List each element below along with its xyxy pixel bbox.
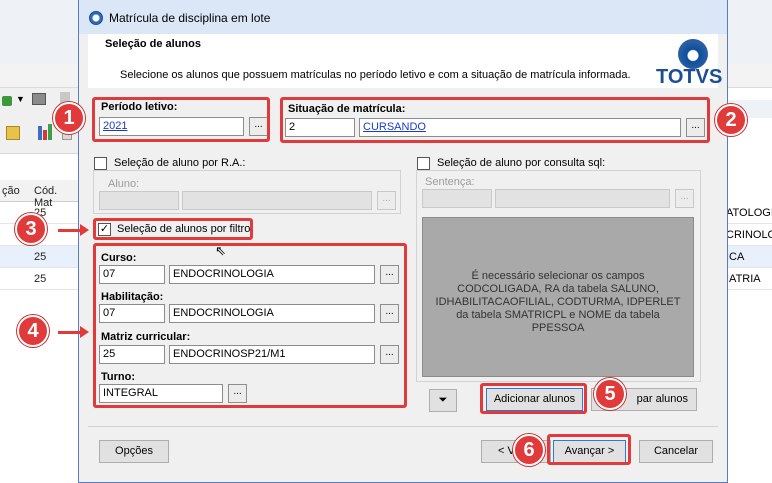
dropdown-arrow-icon[interactable]: ▼ bbox=[16, 94, 25, 104]
cell-value: ICA bbox=[726, 251, 745, 263]
dialog-titlebar[interactable]: Matrícula de disciplina em lote bbox=[79, 0, 727, 34]
matricula-dialog: Matrícula de disciplina em lote Seleção … bbox=[78, 0, 728, 483]
sentenca-label: Sentença: bbox=[425, 176, 475, 188]
table-row[interactable]: 25 bbox=[0, 246, 78, 268]
cell-value: CRINOLO bbox=[726, 229, 772, 241]
sql-selection-checkbox[interactable] bbox=[417, 157, 430, 170]
badge-6: 6 bbox=[513, 434, 545, 466]
badge-5: 5 bbox=[594, 378, 626, 410]
highlight-add-students bbox=[480, 383, 587, 414]
aluno-label: Aluno: bbox=[108, 178, 140, 190]
arrow-4-line bbox=[58, 331, 80, 334]
table-row[interactable]: 25 bbox=[0, 268, 78, 290]
aluno-code-field[interactable] bbox=[99, 191, 179, 210]
cell-value: IATRIA bbox=[726, 273, 761, 285]
totvs-logo-icon bbox=[678, 39, 708, 69]
sql-selection-label: Seleção de aluno por consulta sql: bbox=[437, 157, 606, 169]
badge-2: 2 bbox=[715, 104, 747, 136]
totvs-logo-text: TOTVS bbox=[656, 66, 723, 88]
highlight-periodo-letivo bbox=[92, 97, 270, 142]
folder-icon[interactable] bbox=[6, 126, 20, 140]
sentenca-lookup-button[interactable]: ... bbox=[675, 189, 694, 208]
background-grid-header: ção Cód. Mat bbox=[0, 180, 78, 209]
grid-header-1[interactable]: ção bbox=[2, 185, 20, 197]
aluno-name-field[interactable] bbox=[182, 191, 372, 210]
highlight-next-button bbox=[547, 434, 631, 465]
dialog-title: Matrícula de disciplina em lote bbox=[109, 11, 271, 25]
highlight-filter-checkbox bbox=[93, 218, 253, 240]
arrow-3-line bbox=[58, 229, 80, 232]
step-title: Seleção de alunos bbox=[105, 38, 201, 50]
cell-value: 25 bbox=[34, 251, 47, 263]
badge-1: 1 bbox=[53, 102, 85, 134]
step-description: Selecione os alunos que possuem matrícul… bbox=[120, 69, 631, 81]
chart-bar-icon-3 bbox=[48, 124, 52, 140]
ra-selection-checkbox[interactable] bbox=[94, 157, 107, 170]
filter-funnel-button[interactable]: ⏷ bbox=[429, 389, 457, 412]
aluno-lookup-button[interactable]: ... bbox=[377, 191, 396, 210]
printer-icon[interactable] bbox=[32, 93, 46, 105]
wizard-header: Seleção de alunos Selecione os alunos qu… bbox=[88, 34, 722, 88]
options-button[interactable]: Opções bbox=[99, 440, 169, 463]
arrow-3-head bbox=[80, 224, 89, 236]
forward-icon[interactable] bbox=[2, 96, 12, 106]
ra-selection-label: Seleção de aluno por R.A.: bbox=[114, 157, 246, 169]
chart-bar-icon-2 bbox=[43, 130, 47, 140]
footer-divider bbox=[88, 426, 718, 427]
app-icon bbox=[89, 11, 103, 25]
sentenca-name-field[interactable] bbox=[495, 189, 670, 208]
chart-bar-icon[interactable] bbox=[38, 126, 42, 140]
highlight-situacao-matricula bbox=[280, 97, 710, 143]
funnel-icon: ⏷ bbox=[438, 394, 448, 406]
highlight-filter-fields bbox=[93, 243, 407, 408]
cancel-button[interactable]: Cancelar bbox=[639, 440, 713, 463]
sentenca-code-field[interactable] bbox=[422, 189, 492, 208]
cell-value: ATOLOGI bbox=[726, 207, 772, 219]
cell-value: 25 bbox=[34, 273, 47, 285]
arrow-4-head bbox=[80, 326, 89, 338]
sql-info-panel: É necessário selecionar os campos CODCOL… bbox=[422, 217, 694, 377]
badge-3: 3 bbox=[15, 213, 47, 245]
badge-4: 4 bbox=[17, 315, 49, 347]
sql-selection-group: Sentença: ... É necessário selecionar os… bbox=[416, 170, 701, 382]
ra-selection-group: Aluno: ... bbox=[93, 170, 401, 214]
